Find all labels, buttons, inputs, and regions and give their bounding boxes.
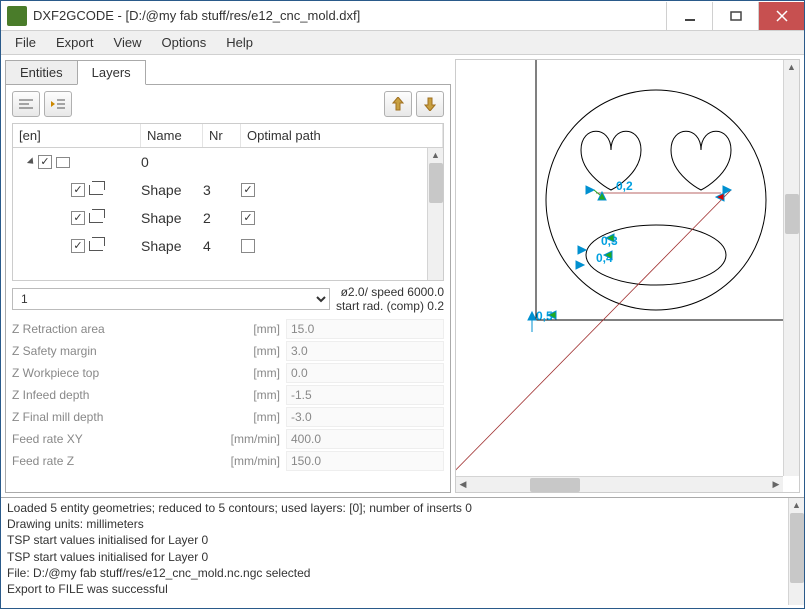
console-line: Export to FILE was successful	[7, 581, 798, 597]
param-input[interactable]: 15.0	[286, 319, 444, 339]
console: Loaded 5 entity geometries; reduced to 5…	[1, 497, 804, 605]
menu-view[interactable]: View	[104, 32, 152, 53]
canvas-hscroll[interactable]: ◀▶	[456, 476, 783, 492]
menu-help[interactable]: Help	[216, 32, 263, 53]
col-name[interactable]: Name	[141, 124, 203, 147]
col-nr[interactable]: Nr	[203, 124, 241, 147]
shape-checkbox[interactable]	[71, 239, 85, 253]
svg-text:0,2: 0,2	[616, 179, 633, 193]
optimal-checkbox[interactable]	[241, 239, 255, 253]
tool-info: ø2.0/ speed 6000.0start rad. (comp) 0.2	[336, 285, 444, 314]
col-optimal[interactable]: Optimal path	[241, 124, 443, 147]
layer-name: 0	[141, 154, 203, 170]
console-line: Loaded 5 entity geometries; reduced to 5…	[7, 500, 798, 516]
align-left-button[interactable]	[12, 91, 40, 117]
expand-icon[interactable]	[27, 157, 36, 166]
layer-tree: [en] Name Nr Optimal path 0 Shape 3	[12, 123, 444, 281]
layer-icon	[56, 157, 70, 168]
param-label: Feed rate Z	[12, 454, 222, 468]
param-input[interactable]: 150.0	[286, 451, 444, 471]
shape-checkbox[interactable]	[71, 211, 85, 225]
menu-file[interactable]: File	[5, 32, 46, 53]
shape-icon	[89, 241, 103, 251]
param-input[interactable]: 3.0	[286, 341, 444, 361]
close-button[interactable]	[758, 2, 804, 30]
layer-checkbox[interactable]	[38, 155, 52, 169]
tree-layer-row[interactable]: 0	[13, 148, 443, 176]
optimal-checkbox[interactable]	[241, 183, 255, 197]
titlebar: DXF2GCODE - [D:/@my fab stuff/res/e12_cn…	[1, 1, 804, 31]
tree-shape-row[interactable]: Shape 4	[13, 232, 443, 260]
window-title: DXF2GCODE - [D:/@my fab stuff/res/e12_cn…	[33, 8, 666, 23]
console-scrollbar[interactable]: ▲	[788, 498, 804, 605]
menu-options[interactable]: Options	[151, 32, 216, 53]
tree-shape-row[interactable]: Shape 3	[13, 176, 443, 204]
console-line: File: D:/@my fab stuff/res/e12_cnc_mold.…	[7, 565, 798, 581]
move-down-button[interactable]	[416, 91, 444, 117]
console-line: Drawing units: millimeters	[7, 516, 798, 532]
tree-scrollbar[interactable]: ▲	[427, 148, 443, 280]
minimize-button[interactable]	[666, 2, 712, 30]
param-input[interactable]: -3.0	[286, 407, 444, 427]
tab-layers[interactable]: Layers	[77, 60, 146, 85]
preview-canvas[interactable]: 0,2 0,3 0,4 0,5 ▲ ◀▶	[455, 59, 800, 493]
shape-icon	[89, 213, 103, 223]
indent-button[interactable]	[44, 91, 72, 117]
console-line: TSP start values initialised for Layer 0	[7, 532, 798, 548]
tree-header: [en] Name Nr Optimal path	[13, 124, 443, 148]
param-input[interactable]: 400.0	[286, 429, 444, 449]
parameters: Z Retraction area[mm]15.0 Z Safety margi…	[12, 318, 444, 472]
param-label: Z Safety margin	[12, 344, 222, 358]
col-enable[interactable]: [en]	[13, 124, 141, 147]
menu-export[interactable]: Export	[46, 32, 104, 53]
shape-icon	[89, 185, 103, 195]
layers-toolbar	[6, 85, 450, 123]
drawing-svg: 0,2 0,3 0,4 0,5	[456, 60, 786, 480]
optimal-checkbox[interactable]	[241, 211, 255, 225]
param-label: Z Workpiece top	[12, 366, 222, 380]
move-up-button[interactable]	[384, 91, 412, 117]
console-line: TSP start values initialised for Layer 0	[7, 549, 798, 565]
param-input[interactable]: -1.5	[286, 385, 444, 405]
tool-select[interactable]: 1	[12, 288, 330, 310]
param-label: Z Final mill depth	[12, 410, 222, 424]
canvas-vscroll[interactable]: ▲	[783, 60, 799, 476]
param-label: Z Infeed depth	[12, 388, 222, 402]
tree-shape-row[interactable]: Shape 2	[13, 204, 443, 232]
shape-checkbox[interactable]	[71, 183, 85, 197]
tab-bar: Entities Layers	[5, 60, 451, 85]
app-icon	[7, 6, 27, 26]
tab-entities[interactable]: Entities	[5, 60, 78, 85]
param-input[interactable]: 0.0	[286, 363, 444, 383]
param-label: Feed rate XY	[12, 432, 222, 446]
menubar: File Export View Options Help	[1, 31, 804, 55]
param-label: Z Retraction area	[12, 322, 222, 336]
layers-panel: [en] Name Nr Optimal path 0 Shape 3	[5, 84, 451, 493]
maximize-button[interactable]	[712, 2, 758, 30]
